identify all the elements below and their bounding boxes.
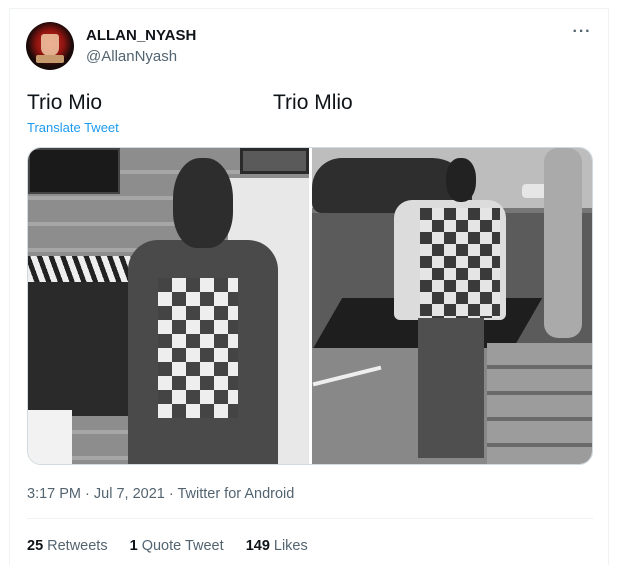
avatar-crown-shape <box>41 34 59 56</box>
tweet-text-left: Trio Mio <box>27 91 103 114</box>
likes-stat[interactable]: 149 Likes <box>246 538 308 554</box>
photo-2-man-legs <box>418 318 484 458</box>
retweets-count: 25 <box>27 538 44 554</box>
likes-label: Likes <box>273 538 308 554</box>
photo-2-man-head <box>446 158 476 202</box>
quotes-count: 1 <box>129 538 138 554</box>
quote-tweets-stat[interactable]: 1 Quote Tweet <box>130 538 224 554</box>
tweet-text-right: Trio Mlio <box>273 91 353 114</box>
tweet-stats: 25 Retweets 1 Quote Tweet 149 Likes <box>27 538 326 554</box>
more-dots-icon[interactable]: ··· <box>570 24 594 40</box>
photo-2-pillar <box>544 148 582 338</box>
photo-1-tv <box>28 148 120 194</box>
photo-1-argyle-vest <box>158 278 238 418</box>
retweets-label: Retweets <box>47 538 108 554</box>
divider <box>27 518 593 519</box>
photo-1-paper <box>28 410 72 464</box>
media-grid <box>27 147 593 465</box>
photo-1[interactable] <box>28 148 309 464</box>
quotes-label: Quote Tweet <box>141 538 224 554</box>
tweet-card: ALLAN_NYASH @AllanNyash ··· Trio Mio Tri… <box>9 8 609 565</box>
photo-1-boy-head <box>173 158 233 248</box>
translate-tweet-link[interactable]: Translate Tweet <box>27 120 119 135</box>
avatar[interactable] <box>26 22 74 70</box>
tweet-timestamp[interactable]: 3:17 PM · Jul 7, 2021 · Twitter for Andr… <box>27 486 294 502</box>
photo-1-frame <box>240 148 309 174</box>
author-handle[interactable]: @AllanNyash <box>86 48 177 65</box>
photo-2-steps <box>487 343 592 464</box>
author-display-name[interactable]: ALLAN_NYASH <box>86 27 196 44</box>
photo-2-argyle-vest <box>420 208 500 318</box>
photo-2[interactable] <box>312 148 592 464</box>
retweets-stat[interactable]: 25 Retweets <box>27 538 108 554</box>
likes-count: 149 <box>245 538 270 554</box>
avatar-base-shape <box>36 55 64 63</box>
